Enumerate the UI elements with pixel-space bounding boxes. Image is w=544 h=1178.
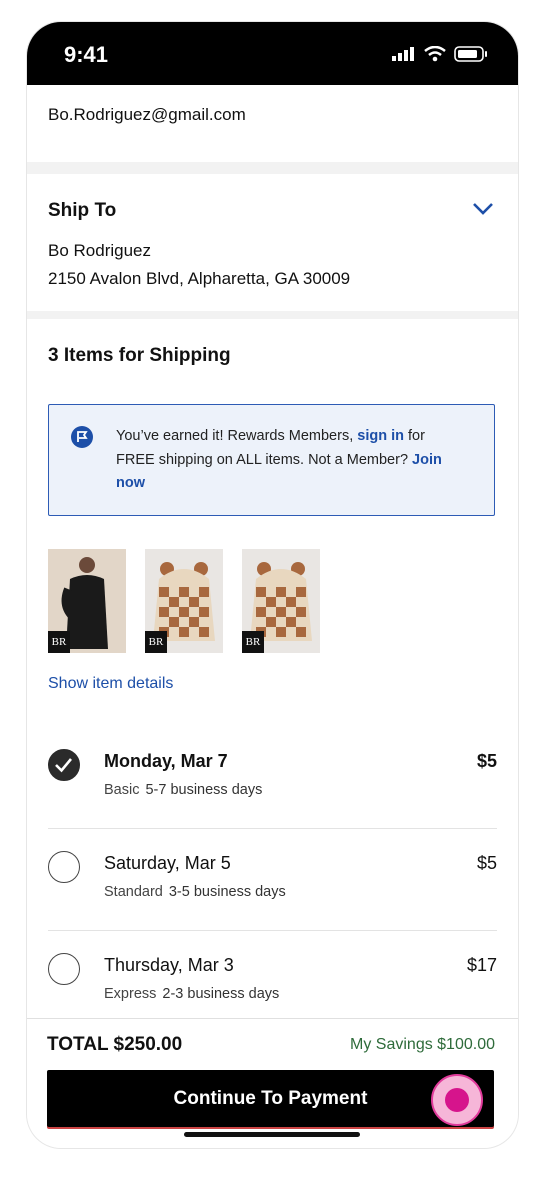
shipping-option-price: $5 — [476, 751, 497, 771]
checkmark-icon — [55, 758, 73, 773]
ship-to-title: Ship To — [48, 200, 117, 221]
status-bar: 9:41 — [27, 22, 518, 85]
shipping-option-basic[interactable]: Monday, Mar 7 Basic 5-7 business days $5 — [48, 727, 497, 829]
shipping-option-day: Saturday, Mar 5 — [104, 853, 231, 873]
ship-to-name: Bo Rodriguez — [48, 241, 152, 260]
radio-unselected[interactable] — [48, 851, 80, 883]
wifi-icon — [424, 46, 446, 62]
items-title: 3 Items for Shipping — [48, 345, 231, 366]
item-thumbnails: BR BR BR — [48, 549, 320, 653]
shipping-option-day: Monday, Mar 7 — [104, 751, 228, 771]
radio-unselected[interactable] — [48, 953, 80, 985]
ship-to-card[interactable]: Ship To Bo Rodriguez 2150 Avalon Blvd, A… — [27, 174, 518, 311]
touch-indicator — [431, 1074, 483, 1126]
show-item-details-link[interactable]: Show item details — [48, 675, 173, 693]
sign-in-link[interactable]: sign in — [357, 428, 404, 444]
signal-icon — [392, 47, 414, 61]
flag-icon — [71, 426, 93, 448]
brand-badge: BR — [242, 631, 264, 653]
shipping-items-card: 3 Items for Shipping You’ve earned it! R… — [27, 319, 518, 1039]
home-indicator — [184, 1132, 360, 1137]
shipping-option-detail: Express 2-3 business days — [104, 986, 280, 1002]
status-time: 9:41 — [64, 42, 109, 67]
account-email-card: Bo.Rodriguez@gmail.com — [27, 85, 518, 162]
shipping-option-detail: Basic 5-7 business days — [104, 782, 263, 798]
battery-icon — [454, 46, 487, 62]
phone-frame: 9:41 Bo.Rodriguez@gmail.com Ship To Bo R… — [27, 22, 518, 1148]
radio-selected[interactable] — [48, 749, 80, 781]
shipping-option-day: Thursday, Mar 3 — [104, 955, 234, 975]
shipping-option-price: $5 — [476, 853, 497, 873]
shipping-option-price: $17 — [466, 955, 497, 975]
item-thumbnail-sweater[interactable]: BR — [48, 549, 126, 653]
continue-to-payment-button[interactable]: Continue To Payment — [47, 1070, 494, 1127]
ship-to-address: 2150 Avalon Blvd, Alpharetta, GA 30009 — [48, 269, 351, 288]
item-thumbnail-jacket[interactable]: BR — [242, 549, 320, 653]
brand-badge: BR — [145, 631, 167, 653]
shipping-option-standard[interactable]: Saturday, Mar 5 Standard 3-5 business day… — [48, 829, 497, 931]
account-email: Bo.Rodriguez@gmail.com — [48, 105, 246, 124]
rewards-promo-banner: You’ve earned it! Rewards Members, sign … — [48, 404, 495, 516]
chevron-down-icon[interactable] — [472, 202, 494, 216]
shipping-option-detail: Standard 3-5 business days — [104, 884, 286, 900]
savings-amount: My Savings $100.00 — [350, 1036, 495, 1053]
item-thumbnail-jacket[interactable]: BR — [145, 549, 223, 653]
promo-text: You’ve earned it! Rewards Members, sign … — [116, 428, 442, 491]
order-total: TOTAL $250.00 — [47, 1034, 183, 1055]
brand-badge: BR — [48, 631, 70, 653]
